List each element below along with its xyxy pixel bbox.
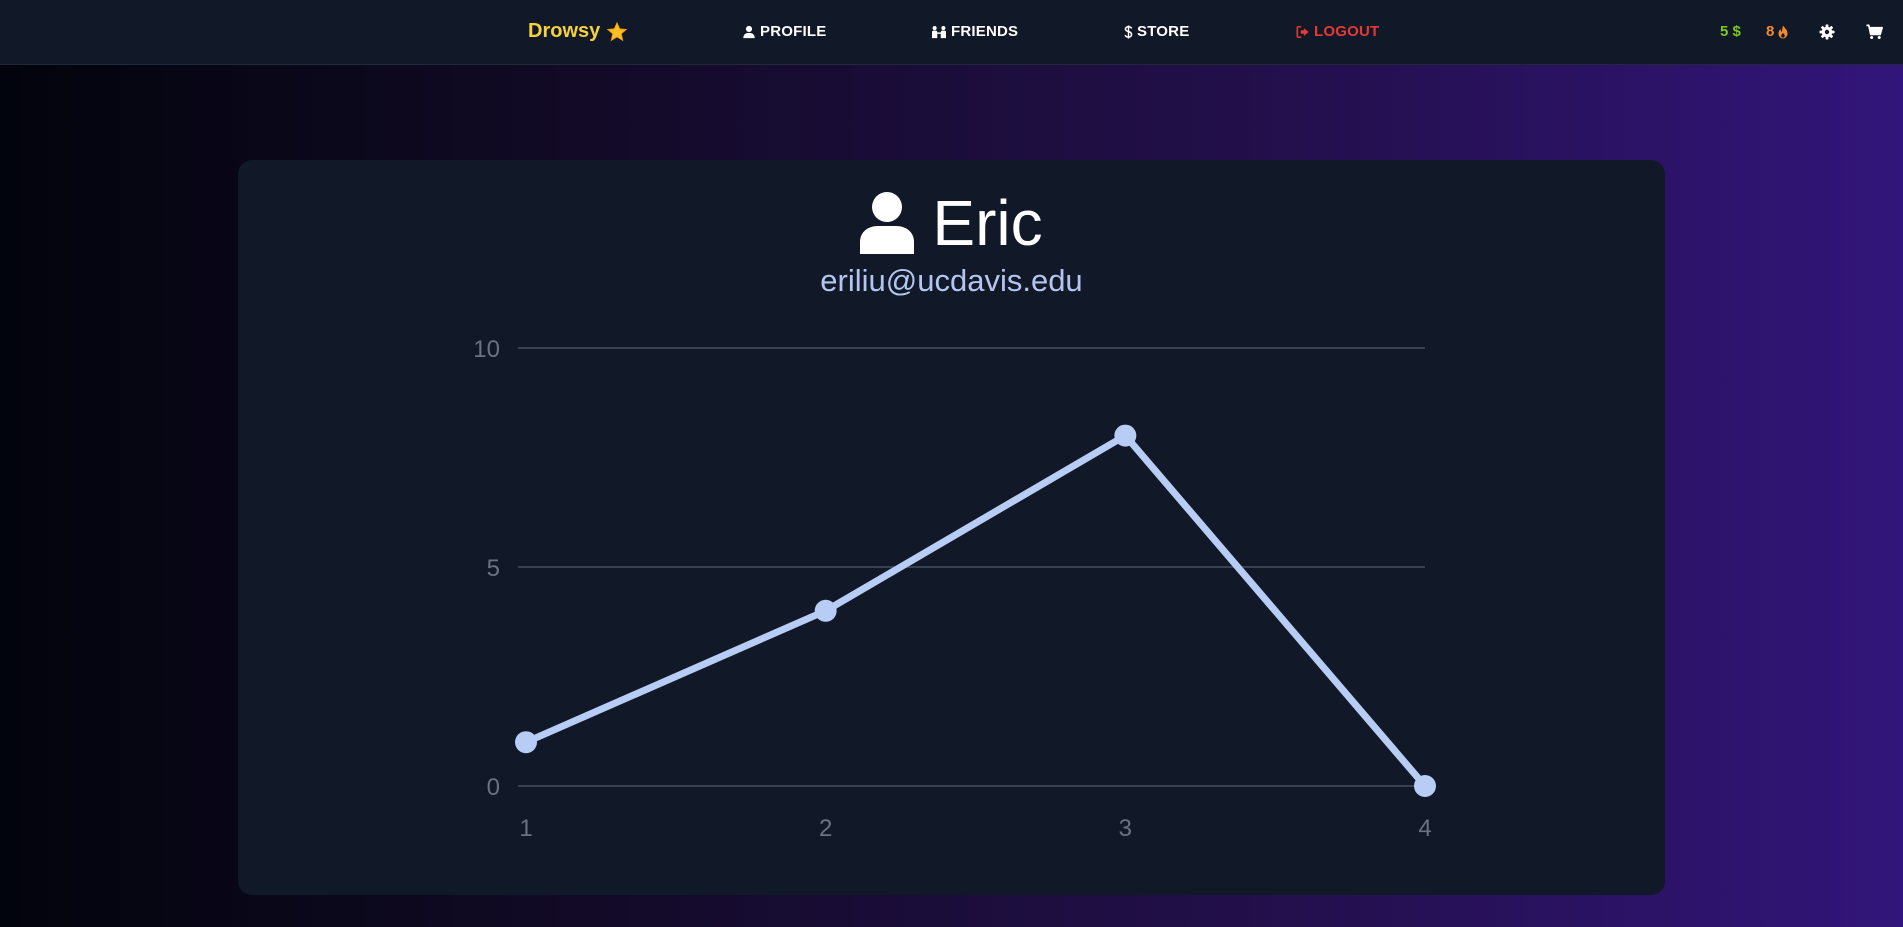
streak-counter: 8: [1766, 23, 1789, 40]
x-tick-label: 4: [1418, 815, 1431, 842]
nav-store-label: STORE: [1137, 23, 1190, 40]
brand-name: Drowsy: [528, 20, 601, 42]
y-tick-label: 5: [487, 555, 500, 582]
gear-icon[interactable]: [1819, 24, 1835, 40]
cart-icon[interactable]: [1866, 24, 1883, 40]
nav-logout-label: LOGOUT: [1314, 23, 1380, 40]
money-value: 5 $: [1720, 23, 1741, 40]
x-tick-label: 1: [519, 815, 532, 842]
profile-card: Eric eriliu@ucdavis.edu 0 5 10 1234: [238, 160, 1665, 895]
money-counter: 5 $: [1720, 23, 1741, 40]
data-point[interactable]: [515, 731, 537, 754]
x-tick-label: 2: [819, 815, 832, 842]
nav-profile-label: PROFILE: [760, 23, 827, 40]
streak-value: 8: [1766, 23, 1775, 40]
people-icon: [932, 25, 946, 38]
x-tick-label: 3: [1119, 815, 1132, 842]
logout-icon: [1296, 25, 1309, 38]
nav-profile[interactable]: PROFILE: [742, 23, 826, 40]
chart-grid: [518, 347, 1425, 787]
activity-line-chart: 0 5 10 1 2 3 4: [473, 336, 1436, 842]
data-point[interactable]: [1114, 424, 1137, 447]
data-point[interactable]: [1414, 775, 1436, 797]
dollar-icon: [1124, 24, 1133, 39]
nav-friends-label: FRIENDS: [951, 23, 1019, 40]
chart-x-axis: 1 2 3 4: [519, 815, 1431, 842]
chart-y-axis: 0 5 10: [473, 336, 500, 801]
nav-logout[interactable]: LOGOUT: [1296, 23, 1379, 40]
top-navbar: Drowsy PROFILE FRIENDS STORE LOGOUT 5 $ …: [0, 0, 1903, 65]
series-line: [522, 432, 1429, 790]
fire-icon: [1778, 25, 1788, 38]
chart-points: [515, 424, 1436, 797]
star-icon: [606, 21, 628, 41]
nav-store[interactable]: STORE: [1124, 23, 1189, 40]
nav-friends[interactable]: FRIENDS: [931, 23, 1018, 40]
user-icon: [743, 25, 755, 38]
data-point[interactable]: [814, 599, 837, 622]
y-tick-label: 0: [487, 774, 500, 801]
brand-logo[interactable]: Drowsy: [528, 20, 628, 43]
y-tick-label: 10: [473, 336, 500, 363]
chart-series: [522, 432, 1429, 790]
